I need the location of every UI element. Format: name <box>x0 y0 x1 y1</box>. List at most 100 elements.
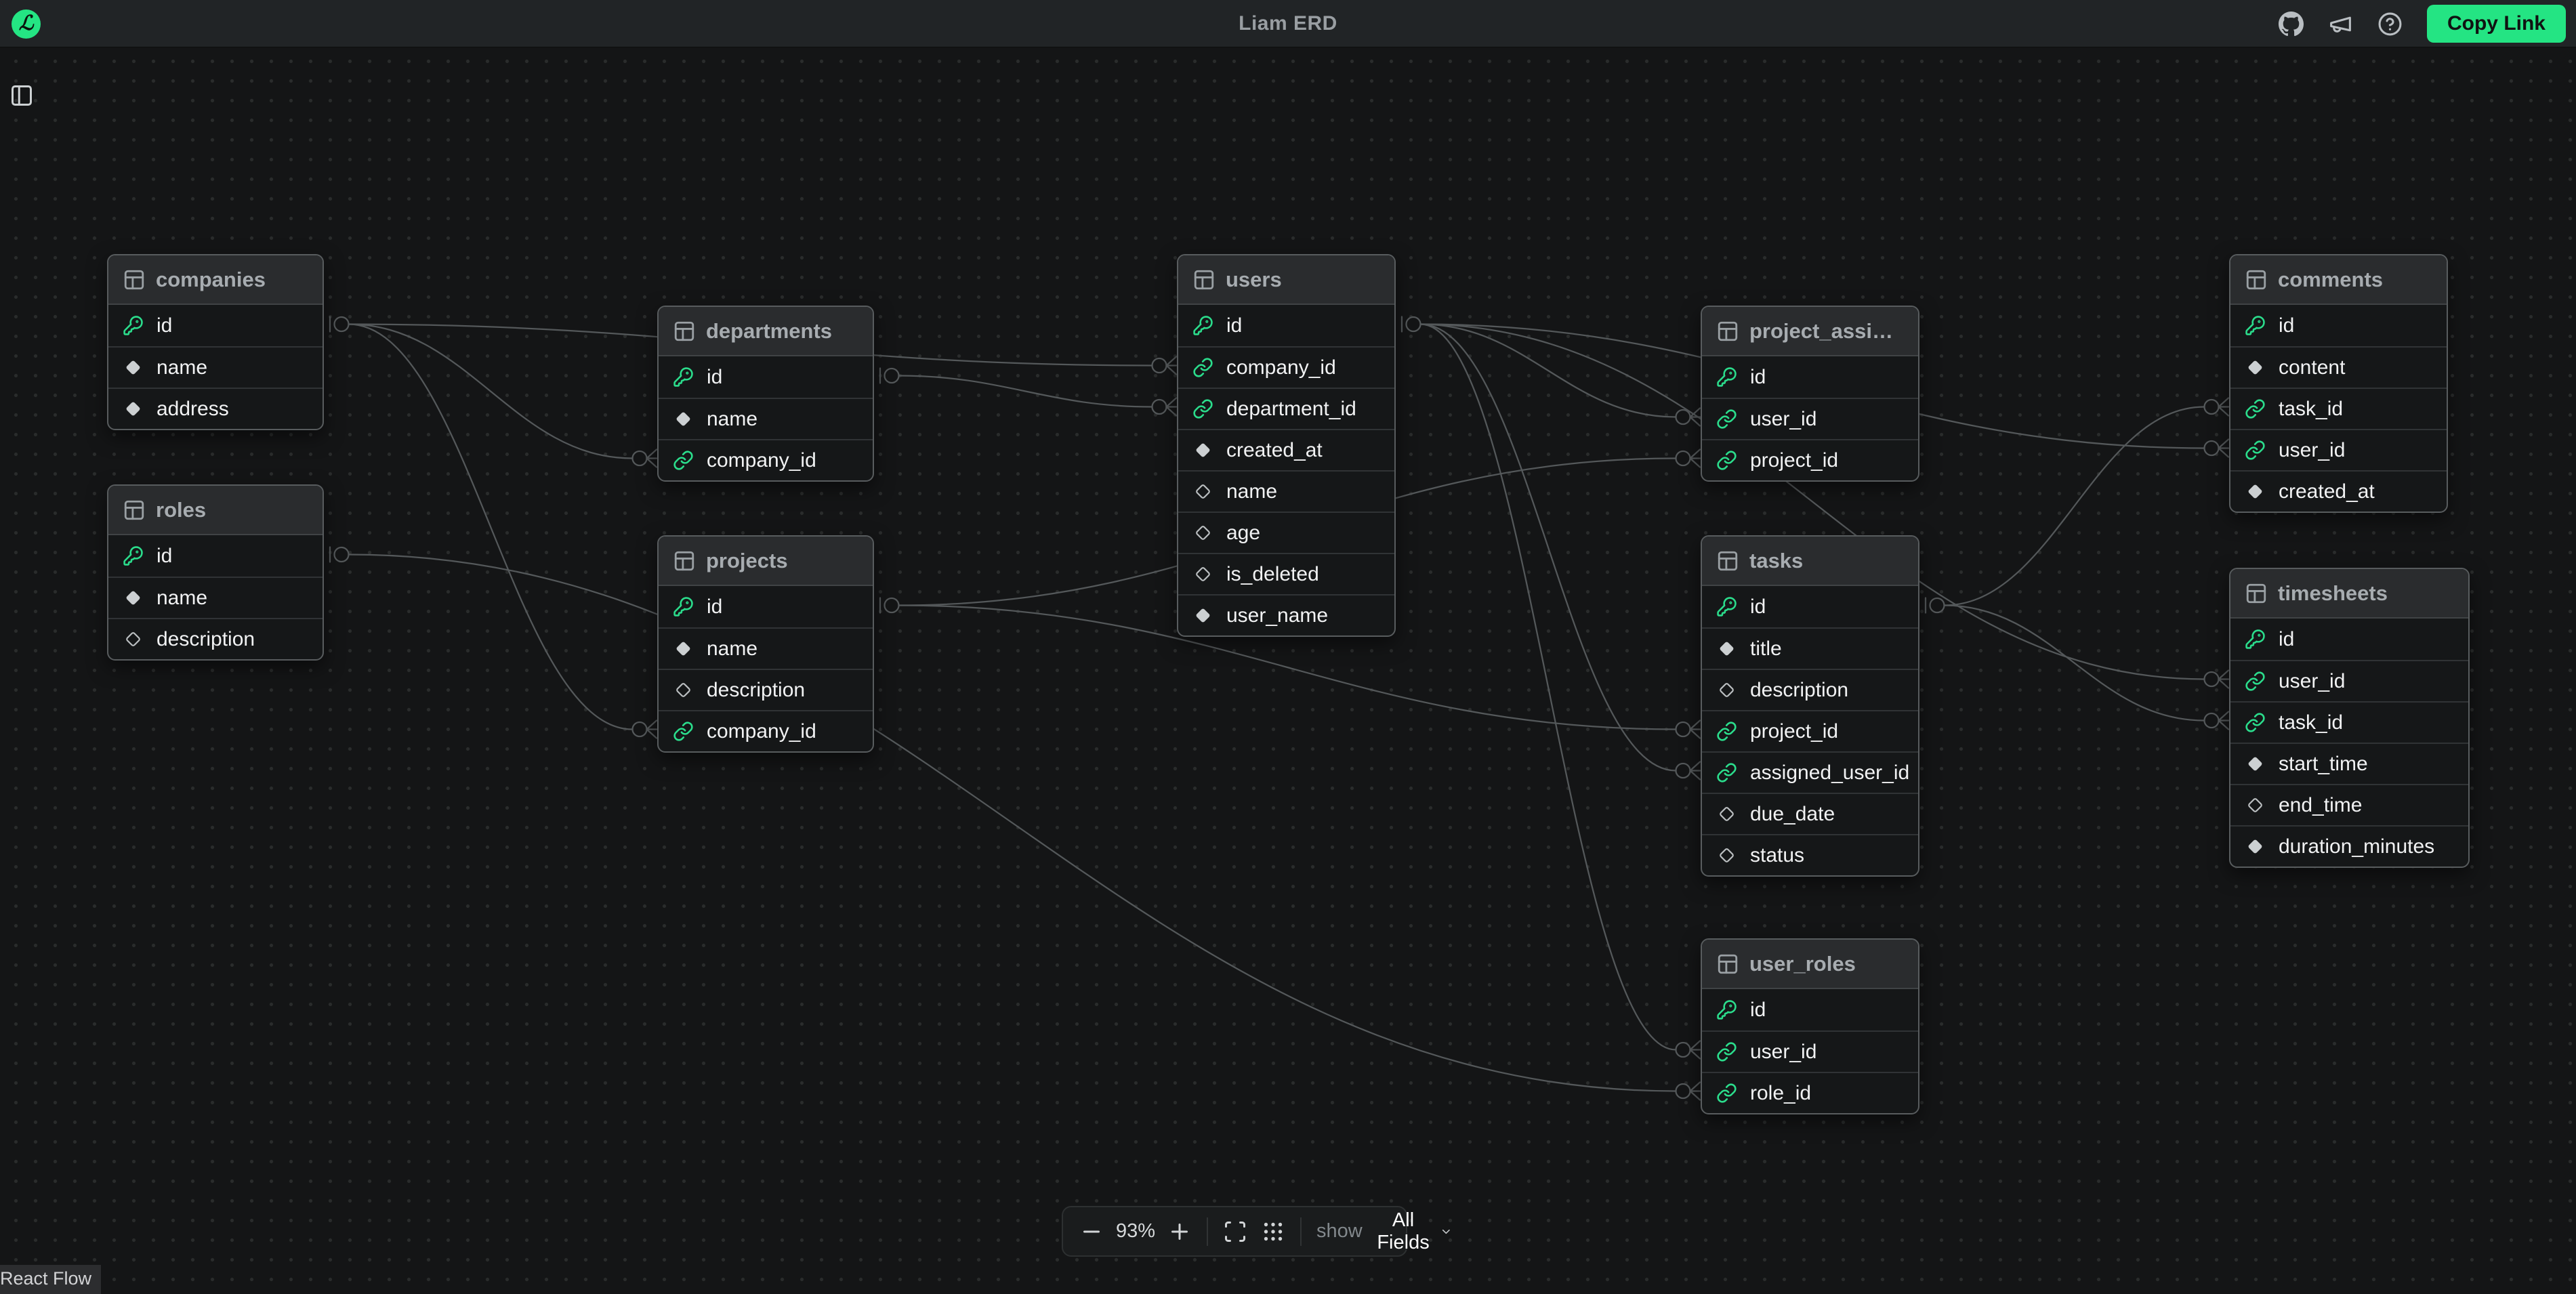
table-node-companies[interactable]: companies id name address <box>107 254 324 430</box>
field-row[interactable]: title <box>1702 627 1918 669</box>
field-name: created_at <box>1226 439 1323 462</box>
nullable-diamond-icon <box>1192 522 1213 543</box>
field-row[interactable]: user_id <box>2230 429 2447 470</box>
field-row[interactable]: duration_minutes <box>2230 825 2468 867</box>
table-header[interactable]: comments <box>2230 255 2447 305</box>
field-row[interactable]: task_id <box>2230 701 2468 743</box>
table-header[interactable]: user_roles <box>1702 940 1918 989</box>
react-flow-attribution[interactable]: React Flow <box>0 1265 101 1294</box>
fields-filter-dropdown[interactable]: All Fields <box>1375 1209 1453 1254</box>
sidebar-toggle-icon[interactable] <box>8 83 35 110</box>
zoom-out-button[interactable] <box>1079 1219 1104 1244</box>
field-name: status <box>1750 844 1804 867</box>
field-row[interactable]: created_at <box>1178 429 1394 470</box>
field-name: is_deleted <box>1226 563 1319 586</box>
table-node-user-roles[interactable]: user_roles id user_id role_id <box>1701 938 1919 1114</box>
field-row[interactable]: company_id <box>659 710 873 751</box>
table-title: users <box>1226 268 1282 292</box>
table-node-users[interactable]: users id company_id department_id create… <box>1177 254 1396 637</box>
not-null-diamond-icon <box>123 587 144 608</box>
table-header[interactable]: departments <box>659 307 873 356</box>
not-null-diamond-icon <box>123 357 144 378</box>
field-row[interactable]: status <box>1702 834 1918 875</box>
field-name: name <box>707 408 757 431</box>
field-name: id <box>157 314 172 337</box>
field-row[interactable]: user_id <box>1702 398 1918 439</box>
github-icon[interactable] <box>2279 12 2304 37</box>
field-row[interactable]: user_name <box>1178 594 1394 635</box>
field-row[interactable]: department_id <box>1178 388 1394 429</box>
field-row[interactable]: task_id <box>2230 388 2447 429</box>
table-header[interactable]: tasks <box>1702 537 1918 586</box>
field-name: start_time <box>2279 753 2368 776</box>
toolbar-divider <box>1300 1217 1302 1246</box>
primary-key-icon <box>1716 596 1737 617</box>
field-row[interactable]: id <box>108 305 323 346</box>
field-row[interactable]: company_id <box>1178 346 1394 388</box>
liam-logo[interactable]: ℒ <box>12 9 41 39</box>
field-row[interactable]: end_time <box>2230 784 2468 825</box>
field-row[interactable]: start_time <box>2230 743 2468 784</box>
field-row[interactable]: description <box>659 669 873 710</box>
field-name: user_id <box>2279 439 2345 462</box>
field-row[interactable]: id <box>1702 356 1918 398</box>
field-row[interactable]: role_id <box>1702 1072 1918 1113</box>
field-name: role_id <box>1750 1082 1811 1105</box>
field-row[interactable]: id <box>1702 989 1918 1030</box>
primary-key-icon <box>1716 367 1737 388</box>
help-icon[interactable] <box>2377 12 2403 37</box>
field-row[interactable]: description <box>1702 669 1918 710</box>
field-row[interactable]: is_deleted <box>1178 553 1394 594</box>
erd-canvas[interactable] <box>0 47 2576 1294</box>
copy-link-button[interactable]: Copy Link <box>2427 5 2566 43</box>
not-null-diamond-icon <box>2245 357 2266 378</box>
table-header[interactable]: projects <box>659 537 873 586</box>
table-node-project-assignments[interactable]: project_assignme... id user_id project_i… <box>1701 306 1919 482</box>
tidy-up-button[interactable] <box>1261 1219 1285 1244</box>
table-header[interactable]: project_assignme... <box>1702 307 1918 356</box>
field-name: user_id <box>2279 670 2345 693</box>
table-node-timesheets[interactable]: timesheets id user_id task_id start_time… <box>2229 568 2470 868</box>
field-name: id <box>707 596 722 619</box>
field-row[interactable]: project_id <box>1702 439 1918 480</box>
table-node-departments[interactable]: departments id name company_id <box>657 306 874 482</box>
table-node-tasks[interactable]: tasks id title description project_id as… <box>1701 535 1919 877</box>
table-header[interactable]: timesheets <box>2230 569 2468 619</box>
megaphone-icon[interactable] <box>2328 12 2353 37</box>
field-row[interactable]: user_id <box>1702 1030 1918 1072</box>
table-node-projects[interactable]: projects id name description company_id <box>657 535 874 753</box>
table-header[interactable]: roles <box>108 486 323 535</box>
table-header[interactable]: users <box>1178 255 1394 305</box>
field-row[interactable]: due_date <box>1702 793 1918 834</box>
field-name: assigned_user_id <box>1750 761 1909 785</box>
field-row[interactable]: company_id <box>659 439 873 480</box>
field-row[interactable]: address <box>108 388 323 429</box>
field-row[interactable]: project_id <box>1702 710 1918 751</box>
field-row[interactable]: id <box>659 356 873 398</box>
zoom-in-button[interactable] <box>1167 1219 1192 1244</box>
field-row[interactable]: content <box>2230 346 2447 388</box>
field-name: age <box>1226 522 1260 545</box>
field-row[interactable]: name <box>659 627 873 669</box>
nullable-diamond-icon <box>123 629 144 650</box>
field-row[interactable]: id <box>1178 305 1394 346</box>
field-row[interactable]: age <box>1178 512 1394 553</box>
nullable-diamond-icon <box>2245 795 2266 816</box>
field-row[interactable]: name <box>659 398 873 439</box>
table-node-roles[interactable]: roles id name description <box>107 484 324 661</box>
field-row[interactable]: name <box>108 577 323 618</box>
field-row[interactable]: name <box>108 346 323 388</box>
field-row[interactable]: name <box>1178 470 1394 512</box>
field-row[interactable]: id <box>108 535 323 577</box>
field-row[interactable]: id <box>659 586 873 627</box>
field-row[interactable]: created_at <box>2230 470 2447 512</box>
field-row[interactable]: id <box>2230 619 2468 660</box>
table-header[interactable]: companies <box>108 255 323 305</box>
fit-view-button[interactable] <box>1223 1219 1247 1244</box>
field-row[interactable]: id <box>1702 586 1918 627</box>
field-row[interactable]: assigned_user_id <box>1702 751 1918 793</box>
field-row[interactable]: id <box>2230 305 2447 346</box>
table-node-comments[interactable]: comments id content task_id user_id crea… <box>2229 254 2448 513</box>
field-row[interactable]: description <box>108 618 323 659</box>
field-row[interactable]: user_id <box>2230 660 2468 701</box>
